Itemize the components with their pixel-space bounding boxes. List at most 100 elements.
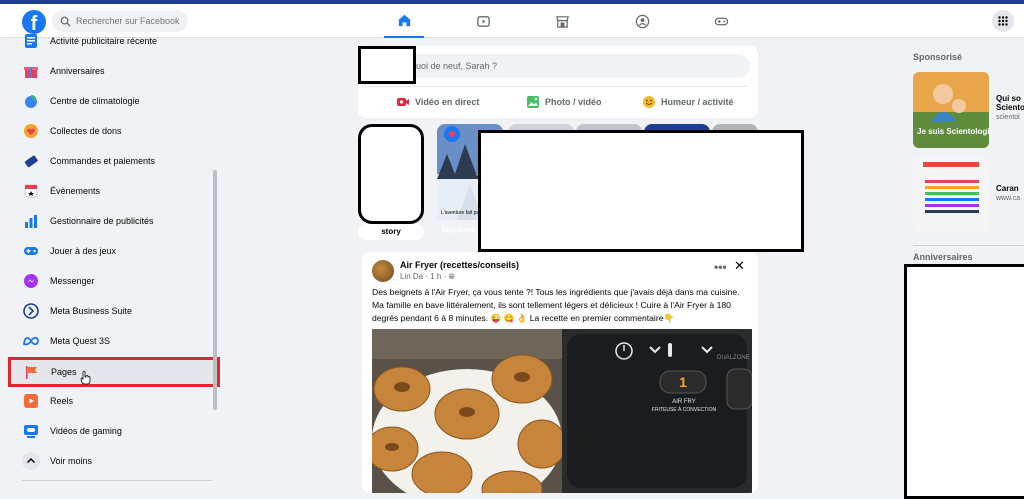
sidebar-item-business-suite[interactable]: Meta Business Suite	[10, 297, 215, 325]
gaming-icon	[714, 17, 728, 25]
sidebar-item-label: Commandes et paiements	[50, 156, 156, 166]
sidebar-item-ads-activity[interactable]: Activité publicitaire récente	[10, 27, 215, 55]
nav-groups[interactable]	[622, 4, 662, 38]
ad-title: Qui so	[996, 94, 1021, 103]
right-divider	[913, 245, 1024, 246]
photo-icon	[527, 96, 539, 108]
sidebar-item-reels[interactable]: Reels	[10, 387, 215, 415]
feeling-activity-label: Humeur / activité	[661, 97, 734, 107]
sidebar-item-label: Anniversaires	[50, 66, 105, 76]
sidebar-item-climate[interactable]: Centre de climatologie	[10, 87, 215, 115]
flag-icon	[23, 363, 41, 381]
reels-icon	[22, 392, 40, 410]
sidebar-item-label: Vidéos de gaming	[50, 426, 122, 436]
display-digit: 1	[679, 374, 687, 390]
sidebar-item-play-games[interactable]: Jouer à des jeux	[10, 237, 215, 265]
photo-video-button[interactable]: Photo / vidéo	[526, 92, 602, 112]
nav-home[interactable]	[384, 4, 424, 38]
gamepad-icon	[22, 242, 40, 260]
sidebar-item-label: Activité publicitaire récente	[50, 36, 158, 46]
post-meta: Lin Da · 1 h · 🌐︎	[400, 272, 455, 282]
story-label: story	[358, 224, 424, 240]
sidebar-item-gaming-videos[interactable]: Vidéos de gaming	[10, 417, 215, 445]
group-avatar[interactable]	[372, 260, 394, 282]
live-video-button[interactable]: Vidéo en direct	[396, 92, 479, 112]
ad-title-line2: Scientol	[996, 103, 1024, 112]
live-video-label: Vidéo en direct	[415, 97, 480, 107]
nav-video[interactable]	[463, 4, 503, 38]
ad-domain: www.ca	[996, 195, 1021, 202]
sidebar-scrollbar[interactable]	[213, 170, 217, 410]
feeling-activity-button[interactable]: Humeur / activité	[642, 92, 734, 112]
sidebar-item-label: Pages	[51, 367, 77, 377]
mode-text: AIR FRY	[672, 399, 696, 405]
close-icon[interactable]: ✕	[734, 258, 745, 274]
ad-image-text: Je suis Scientologiste	[917, 127, 989, 136]
sidebar-item-messenger[interactable]: Messenger	[10, 267, 215, 295]
grid-menu-icon	[998, 16, 1008, 26]
stories-row: story L'aventure fait partie de toi lagr…	[358, 124, 804, 252]
sidebar-item-payments[interactable]: Commandes et paiements	[10, 147, 215, 175]
composer-input[interactable]: uoi de neuf, Sarah ?	[408, 54, 750, 78]
birthdays-heading: Anniversaires	[913, 252, 973, 262]
ad-title: Caran	[996, 184, 1019, 193]
sidebar-item-label: Reels	[50, 396, 74, 406]
ad-text[interactable]: Caran www.ca	[996, 184, 1020, 202]
search-icon	[60, 16, 71, 27]
post-author-time[interactable]: Lin Da · 1 h ·	[400, 272, 446, 281]
sidebar-item-fundraisers[interactable]: Collectes de dons	[10, 117, 215, 145]
sidebar-item-label: Jouer à des jeux	[50, 246, 117, 256]
marketplace-icon	[555, 15, 569, 28]
sidebar-item-events[interactable]: Évènements	[10, 177, 215, 205]
sidebar-item-label: Centre de climatologie	[50, 96, 140, 106]
search-input[interactable]	[76, 16, 186, 26]
composer-divider	[368, 86, 748, 87]
sidebar-item-label: Messenger	[50, 276, 95, 286]
post-group-name[interactable]: Air Fryer (recettes/conseils)	[400, 260, 519, 270]
payments-icon	[22, 152, 40, 170]
home-icon	[398, 14, 410, 26]
globe-icon: 🌐︎	[448, 272, 455, 281]
feed-post: Air Fryer (recettes/conseils) Lin Da · 1…	[362, 252, 758, 493]
create-story-footer[interactable]: story	[358, 224, 424, 240]
left-sidebar: Activité publicitaire récente Anniversai…	[0, 34, 230, 493]
sidebar-divider	[22, 480, 212, 481]
sidebar-item-birthdays[interactable]: Anniversaires	[10, 57, 215, 85]
sidebar-item-meta-quest[interactable]: Meta Quest 3S	[10, 327, 215, 355]
nav-gaming[interactable]	[701, 4, 741, 38]
groups-icon	[635, 14, 649, 28]
sidebar-item-label: Gestionnaire de publicités	[50, 216, 154, 226]
sidebar-item-ads-manager[interactable]: Gestionnaire de publicités	[10, 207, 215, 235]
brand-text: DUALZONE	[717, 355, 750, 361]
menu-button[interactable]	[992, 10, 1014, 32]
sidebar-item-see-less[interactable]: Voir moins	[10, 447, 215, 475]
create-story-card[interactable]	[358, 124, 424, 224]
bar-chart-icon	[22, 212, 40, 230]
sidebar-item-label: Meta Business Suite	[50, 306, 133, 316]
more-options-icon[interactable]: •••	[714, 260, 727, 274]
sidebar-item-pages[interactable]: Pages	[8, 357, 220, 387]
business-suite-icon	[22, 302, 40, 320]
sponsored-heading: Sponsorisé	[913, 52, 963, 62]
hand-cursor-icon	[80, 371, 91, 385]
nav-marketplace[interactable]	[542, 4, 582, 38]
post-text: Des beignets à l'Air Fryer, ça vous tent…	[372, 287, 740, 323]
sidebar-item-label: Évènements	[50, 186, 101, 196]
messenger-icon	[22, 272, 40, 290]
redacted-avatar	[358, 46, 416, 84]
ad-image[interactable]	[913, 156, 989, 232]
calendar-icon	[22, 182, 40, 200]
climate-icon	[22, 92, 40, 110]
chevron-up-icon	[22, 452, 40, 470]
gaming-video-icon	[22, 422, 40, 440]
ad-text[interactable]: Qui so Scientol scientol	[996, 94, 1024, 121]
mode-fr-text: FRITEUSE À CONVECTION	[652, 406, 717, 413]
meta-icon	[22, 332, 40, 350]
sidebar-item-label: Voir moins	[50, 456, 93, 466]
ad-image[interactable]: Je suis Scientologiste	[913, 72, 989, 148]
heart-icon	[22, 122, 40, 140]
sidebar-item-label: Collectes de dons	[50, 126, 122, 136]
redacted-right-panel	[904, 264, 1024, 499]
gift-icon	[22, 62, 40, 80]
post-image[interactable]: 1 DUALZONE AIR FRY FRITEUSE À CONVECTION	[372, 329, 752, 493]
